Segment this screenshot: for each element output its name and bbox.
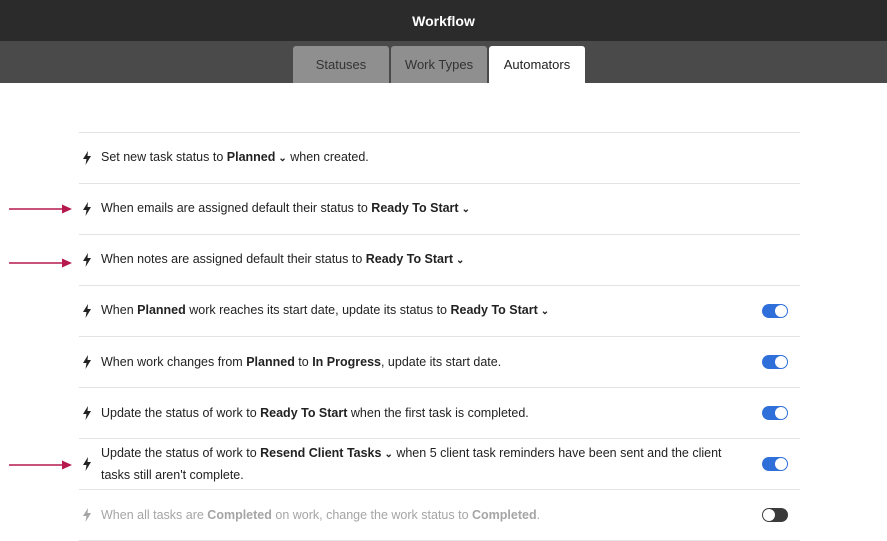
- lightning-bolt-icon: [82, 355, 92, 369]
- automator-list: Set new task status to Planned ⌄ when cre…: [79, 132, 800, 541]
- automator-row: Set new task status to Planned ⌄ when cre…: [79, 133, 800, 184]
- automator-text: When Planned work reaches its start date…: [101, 303, 550, 317]
- lightning-bolt-icon: [82, 457, 92, 471]
- tab-work-types[interactable]: Work Types: [391, 46, 487, 83]
- lightning-bolt-icon: [82, 304, 92, 318]
- annotation-arrow-icon: [9, 460, 72, 470]
- lightning-bolt-icon: [82, 406, 92, 420]
- automator-text: When all tasks are Completed on work, ch…: [101, 508, 541, 522]
- toggle-knob: [775, 305, 787, 317]
- automator-text: When emails are assigned default their s…: [101, 201, 470, 215]
- automator-text: Set new task status to Planned ⌄ when cre…: [101, 150, 369, 164]
- automator-toggle[interactable]: [762, 304, 788, 318]
- automator-row: Update the status of work to Ready To St…: [79, 388, 800, 439]
- tab-automators[interactable]: Automators: [489, 46, 585, 83]
- lightning-bolt-icon: [82, 151, 92, 165]
- automator-row: When Planned work reaches its start date…: [79, 286, 800, 337]
- tab-statuses[interactable]: Statuses: [293, 46, 389, 83]
- status-dropdown[interactable]: Resend Client Tasks ⌄: [260, 446, 393, 460]
- lightning-bolt-icon: [82, 202, 92, 216]
- status-dropdown[interactable]: Ready To Start ⌄: [366, 252, 465, 266]
- status-dropdown[interactable]: Ready To Start ⌄: [371, 201, 470, 215]
- status-dropdown[interactable]: Ready To Start ⌄: [450, 303, 549, 317]
- automator-text: When work changes from Planned to In Pro…: [101, 355, 502, 369]
- lightning-bolt-icon: [82, 508, 92, 522]
- automator-toggle[interactable]: [762, 508, 788, 522]
- header: Workflow Statuses Work Types Automators: [0, 0, 887, 83]
- annotation-arrow-icon: [9, 258, 72, 268]
- automator-row: When notes are assigned default their st…: [79, 235, 800, 286]
- toggle-knob: [775, 458, 787, 470]
- chevron-down-icon: ⌄: [540, 306, 550, 317]
- automator-row: When all tasks are Completed on work, ch…: [79, 490, 800, 541]
- toggle-knob: [775, 407, 787, 419]
- automator-toggle[interactable]: [762, 457, 788, 471]
- automator-row: Update the status of work to Resend Clie…: [79, 439, 800, 490]
- automator-row: When emails are assigned default their s…: [79, 184, 800, 235]
- automator-text: Update the status of work to Ready To St…: [101, 406, 529, 420]
- annotation-arrow-icon: [9, 204, 72, 214]
- chevron-down-icon: ⌄: [456, 255, 465, 266]
- page-title: Workflow: [412, 12, 475, 29]
- automator-text: Update the status of work to Resend Clie…: [101, 446, 722, 482]
- automator-text: When notes are assigned default their st…: [101, 252, 465, 266]
- toggle-knob: [775, 356, 787, 368]
- toggle-knob: [763, 509, 775, 521]
- tab-bar: Statuses Work Types Automators: [0, 41, 887, 83]
- automator-toggle[interactable]: [762, 406, 788, 420]
- chevron-down-icon: ⌄: [384, 449, 393, 460]
- status-dropdown[interactable]: Planned ⌄: [227, 150, 287, 164]
- chevron-down-icon: ⌄: [278, 153, 287, 164]
- title-bar: Workflow: [0, 0, 887, 41]
- automator-toggle[interactable]: [762, 355, 788, 369]
- automator-row: When work changes from Planned to In Pro…: [79, 337, 800, 388]
- chevron-down-icon: ⌄: [461, 204, 470, 215]
- lightning-bolt-icon: [82, 253, 92, 267]
